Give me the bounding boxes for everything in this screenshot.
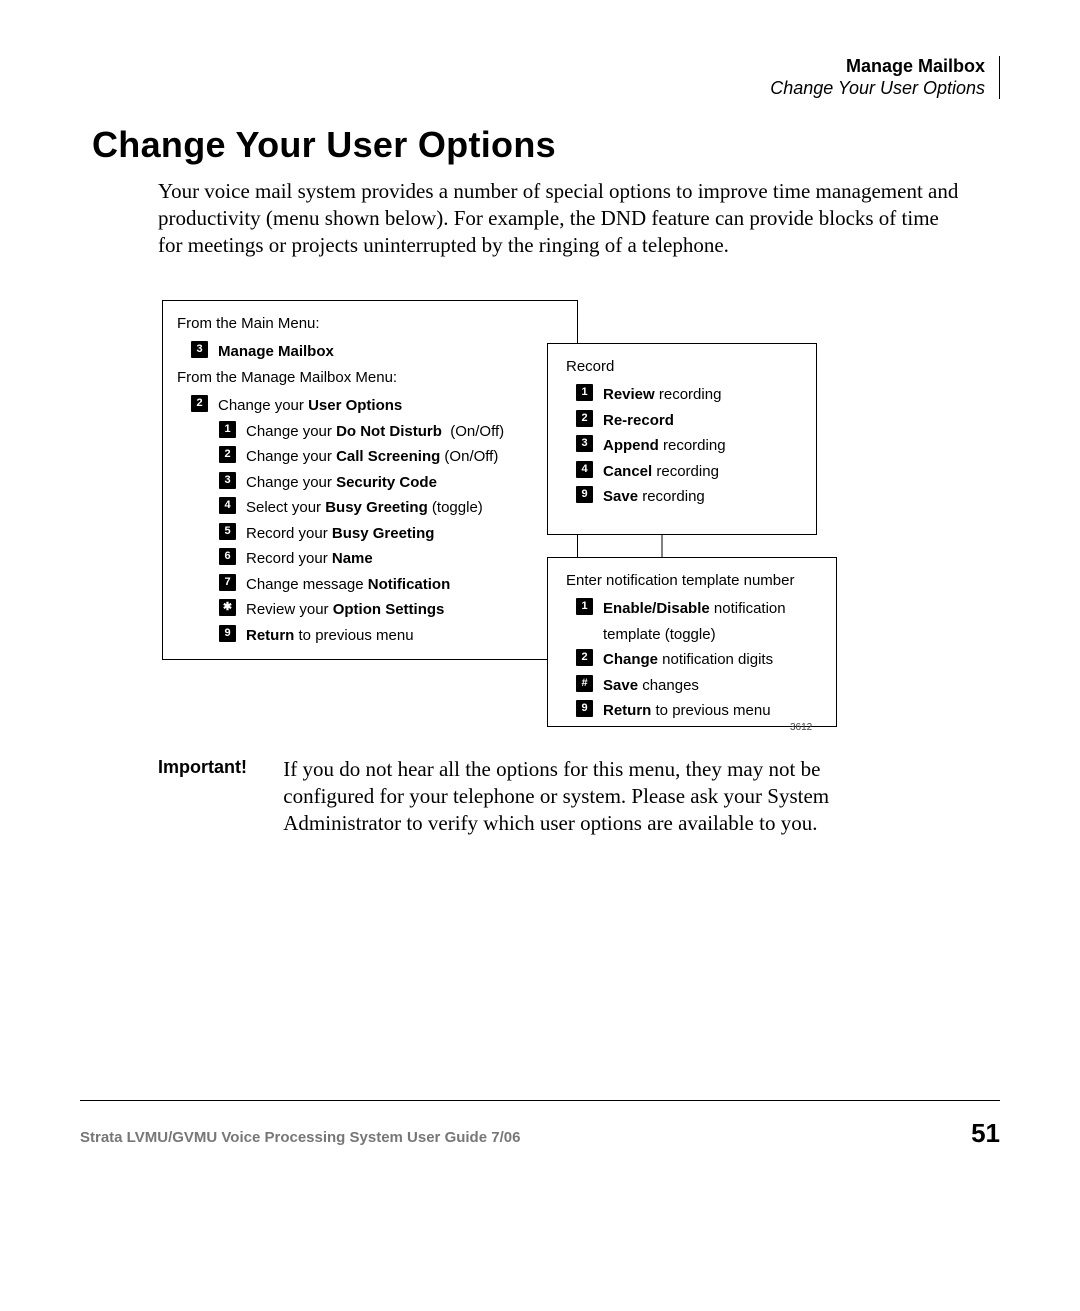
key-icon: 3 [576, 435, 593, 452]
important-label: Important! [158, 756, 278, 779]
menu-item: 4 Select your Busy Greeting (toggle) [219, 495, 563, 521]
key-icon: 4 [576, 461, 593, 478]
key-icon: # [576, 675, 593, 692]
menu-item: 1 Change your Do Not Disturb (On/Off) [219, 419, 563, 445]
menu-item-label: Append recording [603, 433, 726, 459]
menu-item-manage-mailbox: 3 Manage Mailbox [191, 339, 563, 365]
menu-item-user-options: 2 Change your User Options [191, 393, 563, 419]
record-title: Record [566, 354, 802, 380]
menu-item: 2 Change your Call Screening (On/Off) [219, 444, 563, 470]
menu-item-label: Change notification digits [603, 647, 773, 673]
key-icon: 3 [219, 472, 236, 489]
key-icon: 1 [576, 598, 593, 615]
key-icon: 4 [219, 497, 236, 514]
page: Manage Mailbox Change Your User Options … [0, 0, 1080, 1311]
menu-item: ✱ Review your Option Settings [219, 597, 563, 623]
footer-guide-title: Strata LVMU/GVMU Voice Processing System… [80, 1129, 520, 1146]
menu-item: 7 Change message Notification [219, 572, 563, 598]
user-options-sublist: 1 Change your Do Not Disturb (On/Off) 2 Cha… [177, 419, 563, 649]
notification-menu-box: Enter notification template number 1 Enab… [547, 557, 837, 727]
menu-item-label: Enable/Disable notification template (to… [603, 596, 822, 647]
menu-item-label: Select your Busy Greeting (toggle) [246, 495, 483, 521]
key-3-icon: 3 [191, 341, 208, 358]
record-menu-box: Record 1 Review recording 2 Re-record 3 Appen… [547, 343, 817, 535]
menu-item: 1 Enable/Disable notification template (t… [576, 596, 822, 647]
footer-rule [80, 1100, 1000, 1101]
menu-item-label: Return to previous menu [603, 698, 771, 724]
menu-item: 4 Cancel recording [576, 459, 802, 485]
important-note: Important! If you do not hear all the op… [158, 756, 948, 837]
key-icon: 6 [219, 548, 236, 565]
menu-item-label: Change message Notification [246, 572, 450, 598]
menu-item-label: Change your User Options [218, 393, 402, 419]
key-icon: 5 [219, 523, 236, 540]
menu-diagram: From the Main Menu: 3 Manage Mailbox Fro… [162, 300, 842, 730]
menu-item-label: Change your Call Screening (On/Off) [246, 444, 498, 470]
menu-item: 2 Change notification digits [576, 647, 822, 673]
menu-item: # Save changes [576, 673, 822, 699]
menu-item-label: Re-record [603, 408, 674, 434]
diagram-id: 3612 [790, 722, 812, 733]
menu-item: 5 Record your Busy Greeting [219, 521, 563, 547]
from-manage-mailbox-label: From the Manage Mailbox Menu: [177, 365, 563, 391]
menu-item: 9 Return to previous menu [576, 698, 822, 724]
key-icon: ✱ [219, 599, 236, 616]
key-icon: 2 [576, 410, 593, 427]
key-icon: 9 [576, 700, 593, 717]
menu-item: 9 Save recording [576, 484, 802, 510]
key-icon: 9 [576, 486, 593, 503]
menu-item: 6 Record your Name [219, 546, 563, 572]
menu-item-label: Review your Option Settings [246, 597, 444, 623]
key-icon: 2 [219, 446, 236, 463]
important-body: If you do not hear all the options for t… [283, 756, 843, 837]
menu-item-label: Return to previous menu [246, 623, 414, 649]
menu-item: 3 Append recording [576, 433, 802, 459]
key-icon: 1 [576, 384, 593, 401]
running-header-secondary: Change Your User Options [770, 78, 985, 100]
running-header: Manage Mailbox Change Your User Options [770, 56, 1000, 99]
page-number: 51 [971, 1118, 1000, 1149]
key-icon: 9 [219, 625, 236, 642]
menu-item-label: Review recording [603, 382, 721, 408]
menu-item-label: Change your Do Not Disturb (On/Off) [246, 419, 504, 445]
menu-item: 2 Re-record [576, 408, 802, 434]
menu-item-label: Cancel recording [603, 459, 719, 485]
notification-title: Enter notification template number [566, 568, 822, 594]
menu-item-label: Manage Mailbox [218, 339, 334, 365]
menu-item: 3 Change your Security Code [219, 470, 563, 496]
from-main-menu-label: From the Main Menu: [177, 311, 563, 337]
menu-item: 9 Return to previous menu [219, 623, 563, 649]
intro-paragraph: Your voice mail system provides a number… [158, 178, 968, 259]
menu-item-label: Save recording [603, 484, 705, 510]
page-title: Change Your User Options [92, 124, 556, 166]
menu-item-label: Save changes [603, 673, 699, 699]
menu-item-label: Record your Busy Greeting [246, 521, 434, 547]
running-header-primary: Manage Mailbox [770, 56, 985, 78]
menu-item-label: Change your Security Code [246, 470, 437, 496]
key-icon: 7 [219, 574, 236, 591]
key-2-icon: 2 [191, 395, 208, 412]
menu-item-label: Record your Name [246, 546, 373, 572]
page-footer: Strata LVMU/GVMU Voice Processing System… [80, 1118, 1000, 1149]
notification-list: 1 Enable/Disable notification template (t… [562, 596, 822, 724]
menu-item: 1 Review recording [576, 382, 802, 408]
key-icon: 2 [576, 649, 593, 666]
record-list: 1 Review recording 2 Re-record 3 Append recor… [562, 382, 802, 510]
key-icon: 1 [219, 421, 236, 438]
main-menu-box: From the Main Menu: 3 Manage Mailbox Fro… [162, 300, 578, 660]
